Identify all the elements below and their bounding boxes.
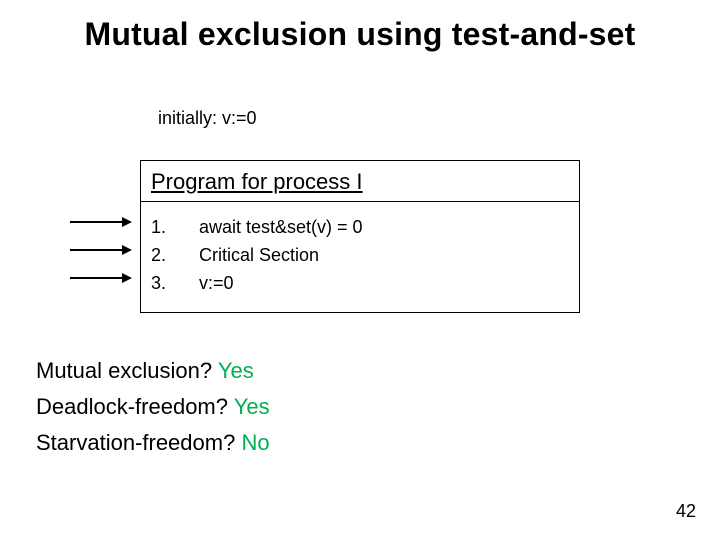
page-number: 42 <box>676 501 696 522</box>
program-body: 1. await test&set(v) = 0 2. Critical Sec… <box>141 202 579 312</box>
code-line: 1. await test&set(v) = 0 <box>151 214 569 242</box>
mutual-exclusion-label: Mutual exclusion? <box>36 358 212 383</box>
mutual-exclusion-answer: Yes <box>218 358 254 383</box>
deadlock-freedom-label: Deadlock-freedom? <box>36 394 228 419</box>
slide-title: Mutual exclusion using test-and-set <box>0 16 720 53</box>
starvation-freedom-label: Starvation-freedom? <box>36 430 235 455</box>
line-text: Critical Section <box>199 242 319 270</box>
mutual-exclusion-row: Mutual exclusion? Yes <box>36 358 270 384</box>
line-number: 2. <box>151 242 199 270</box>
deadlock-freedom-row: Deadlock-freedom? Yes <box>36 394 270 420</box>
arrow-icon <box>70 277 130 279</box>
program-box: Program for process I 1. await test&set(… <box>140 160 580 313</box>
properties-block: Mutual exclusion? Yes Deadlock-freedom? … <box>36 358 270 466</box>
arrow-icon <box>70 249 130 251</box>
code-line: 3. v:=0 <box>151 270 569 298</box>
arrow-icon <box>70 221 130 223</box>
code-line: 2. Critical Section <box>151 242 569 270</box>
slide: Mutual exclusion using test-and-set init… <box>0 0 720 540</box>
line-number: 3. <box>151 270 199 298</box>
program-header: Program for process I <box>141 161 579 202</box>
starvation-freedom-row: Starvation-freedom? No <box>36 430 270 456</box>
starvation-freedom-answer: No <box>241 430 269 455</box>
initial-condition: initially: v:=0 <box>158 108 257 129</box>
line-text: await test&set(v) = 0 <box>199 214 363 242</box>
deadlock-freedom-answer: Yes <box>234 394 270 419</box>
line-text: v:=0 <box>199 270 234 298</box>
line-number: 1. <box>151 214 199 242</box>
